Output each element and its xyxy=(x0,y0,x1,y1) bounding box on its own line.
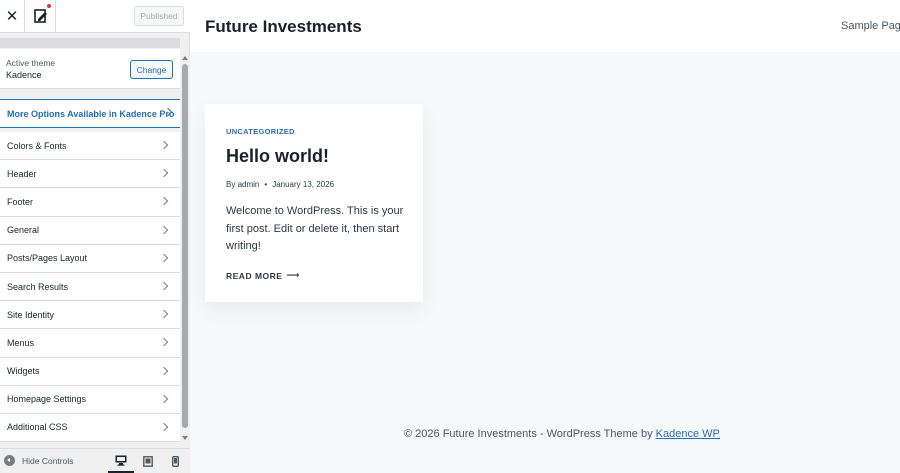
chevron-right-icon xyxy=(159,197,169,206)
chevron-right-icon xyxy=(159,225,169,234)
hide-controls-button[interactable]: Hide Controls xyxy=(4,455,74,466)
panel-site-identity[interactable]: Site Identity xyxy=(0,301,180,330)
chevron-right-icon xyxy=(159,168,169,178)
kadence-pro-link-label: More Options Available in Kadence Pro xyxy=(7,108,175,119)
active-theme-name: Kadence xyxy=(6,70,42,80)
panel-label: Header xyxy=(7,168,37,179)
panel-label: Footer xyxy=(7,196,34,207)
panel-label: General xyxy=(7,225,40,236)
active-theme-section: Active theme Kadence Change xyxy=(0,49,180,89)
panel-posts-pages-layout[interactable]: Posts/Pages Layout xyxy=(0,244,180,273)
collapse-icon xyxy=(4,455,15,466)
panel-scroll-area: Active theme Kadence Change More Options… xyxy=(0,33,180,448)
read-more-link[interactable]: READ MORE ⟶ xyxy=(226,271,300,281)
notification-dot xyxy=(47,4,51,8)
site-footer: © 2026 Future Investments - WordPress Th… xyxy=(404,428,720,440)
mobile-icon xyxy=(171,455,179,467)
footer-kadence-link[interactable]: Kadence WP xyxy=(656,428,720,440)
scrollbar-thumb[interactable] xyxy=(182,64,188,428)
active-theme-label: Active theme xyxy=(6,58,56,68)
close-icon: ✕ xyxy=(5,7,19,25)
nav-item-sample-page[interactable]: Sample Page xyxy=(841,20,900,32)
hide-controls-label: Hide Controls xyxy=(22,455,74,466)
post-excerpt: Welcome to WordPress. This is your first… xyxy=(226,205,404,252)
panel-label: Colors & Fonts xyxy=(7,140,67,151)
pencil-icon xyxy=(33,9,47,23)
customizer-sidebar: ✕ Published Active theme Kadence Change … xyxy=(0,0,190,473)
desktop-icon xyxy=(115,455,127,466)
kadence-pro-link[interactable]: More Options Available in Kadence Pro xyxy=(0,99,180,128)
device-mobile-button[interactable] xyxy=(162,449,188,473)
chevron-right-icon xyxy=(159,140,169,150)
device-tablet-button[interactable] xyxy=(135,449,161,473)
panel-label: Additional CSS xyxy=(7,422,68,433)
panel-label: Site Identity xyxy=(7,309,55,320)
chevron-right-icon xyxy=(159,253,169,262)
post-meta: By admin • January 13, 2026 xyxy=(226,180,334,189)
panel-menus[interactable]: Menus xyxy=(0,329,180,358)
post-date[interactable]: January 13, 2026 xyxy=(272,180,334,189)
published-button[interactable]: Published xyxy=(134,6,184,26)
footer-text: © 2026 Future Investments - WordPress Th… xyxy=(404,428,656,440)
scroll-up-icon[interactable] xyxy=(182,56,188,60)
site-preview: Future Investments Sample Page UNCATEGOR… xyxy=(190,0,900,473)
chevron-right-icon xyxy=(159,422,169,432)
panel-footer[interactable]: Footer xyxy=(0,188,180,217)
chevron-right-icon xyxy=(159,281,169,291)
panel-homepage-settings[interactable]: Homepage Settings xyxy=(0,385,180,414)
panel-widgets[interactable]: Widgets xyxy=(0,357,180,386)
panel-scrollbar[interactable] xyxy=(180,56,190,448)
close-button[interactable]: ✕ xyxy=(0,0,25,32)
panel-list: Colors & Fonts Header Footer General Pos… xyxy=(0,132,180,443)
arrow-right-icon: ⟶ xyxy=(286,271,300,281)
panel-colors-fonts[interactable]: Colors & Fonts xyxy=(0,132,180,161)
panel-general[interactable]: General xyxy=(0,216,180,245)
post-category[interactable]: UNCATEGORIZED xyxy=(226,127,295,136)
post-meta-by: By xyxy=(226,180,236,189)
chevron-right-icon xyxy=(159,338,169,347)
scroll-down-icon[interactable] xyxy=(182,436,188,440)
tablet-icon xyxy=(143,455,153,467)
chevron-right-icon xyxy=(159,394,169,403)
chevron-right-icon xyxy=(159,366,169,375)
panel-label: Posts/Pages Layout xyxy=(7,253,88,264)
post-card: UNCATEGORIZED Hello world! By admin • Ja… xyxy=(205,104,423,302)
panel-additional-css[interactable]: Additional CSS xyxy=(0,413,180,443)
device-desktop-button[interactable] xyxy=(108,449,134,473)
panel-label: Menus xyxy=(7,337,35,348)
site-header: Future Investments Sample Page xyxy=(190,0,900,52)
post-meta-separator: • xyxy=(264,180,268,189)
edit-mode-button[interactable] xyxy=(26,0,56,32)
panel-label: Search Results xyxy=(7,281,69,292)
customizer-footer-bar: Hide Controls xyxy=(0,448,190,473)
panel-label: Widgets xyxy=(7,366,40,377)
customizer-topbar: ✕ Published xyxy=(0,0,190,33)
read-more-label: READ MORE xyxy=(226,271,283,281)
site-title[interactable]: Future Investments xyxy=(205,17,362,37)
panel-header[interactable]: Header xyxy=(0,160,180,189)
post-title[interactable]: Hello world! xyxy=(226,146,329,167)
chevron-right-icon xyxy=(159,309,169,319)
panel-search-results[interactable]: Search Results xyxy=(0,272,180,302)
change-theme-button[interactable]: Change xyxy=(130,60,173,79)
post-author[interactable]: admin xyxy=(238,180,260,189)
section-divider xyxy=(0,38,180,48)
panel-label: Homepage Settings xyxy=(7,394,87,405)
